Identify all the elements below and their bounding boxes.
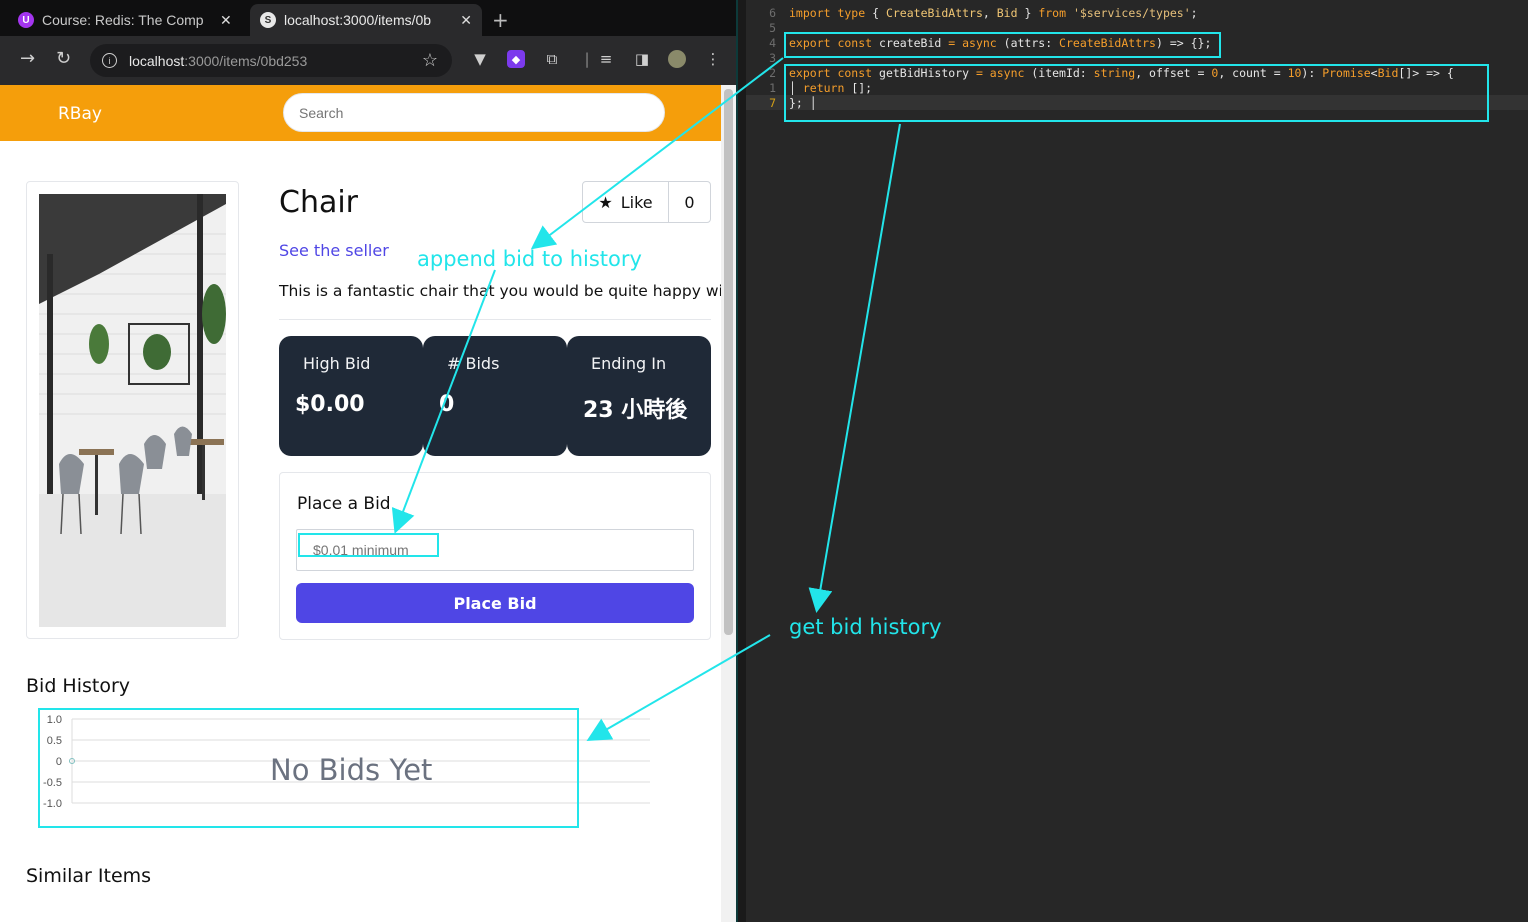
profile-avatar[interactable]	[668, 50, 686, 68]
site-info-icon[interactable]: i	[102, 53, 117, 68]
stat-value: 23 小時後	[583, 398, 688, 423]
puzzle-extensions-icon[interactable]: ⧉	[543, 50, 561, 68]
annotation-get-history: get bid history	[789, 615, 942, 639]
stat-label: High Bid	[303, 354, 371, 373]
forward-icon[interactable]: →	[20, 48, 35, 69]
code-line[interactable]: }; │	[789, 96, 817, 110]
line-number: 3	[769, 51, 776, 65]
tab-localhost[interactable]: S localhost:3000/items/0b ✕	[250, 4, 482, 36]
scroll-thumb[interactable]	[724, 89, 733, 635]
code-line[interactable]: export const createBid = async (attrs: C…	[789, 36, 1211, 50]
like-count: 0	[684, 192, 695, 212]
page-content: RBay Search Chair ★ Like 0 See the selle…	[0, 85, 721, 922]
url-path: :3000/items/0bd253	[184, 52, 308, 69]
line-number: 1	[769, 81, 776, 95]
y-tick-label: -0.5	[43, 777, 62, 789]
brand-logo[interactable]: RBay	[58, 104, 102, 124]
item-description: This is a fantastic chair that you would…	[279, 282, 721, 300]
pane-splitter[interactable]	[736, 0, 746, 922]
bid-amount-input[interactable]	[296, 529, 694, 571]
item-image-card	[26, 181, 239, 639]
see-seller-link[interactable]: See the seller	[279, 241, 389, 260]
place-bid-button[interactable]: Place Bid	[296, 583, 694, 623]
divider	[279, 319, 711, 320]
like-button[interactable]: ★ Like	[583, 182, 669, 222]
browser-toolbar: → ↻ i localhost :3000/items/0bd253 ☆ ▼ ◆…	[0, 36, 736, 85]
line-number: 2	[769, 66, 776, 80]
vue-devtools-icon[interactable]: ▼	[471, 50, 489, 68]
address-bar[interactable]: i localhost :3000/items/0bd253 ☆	[90, 44, 452, 77]
tab-title: Course: Redis: The Comp	[42, 12, 204, 28]
y-tick-label: 0.5	[47, 735, 62, 747]
new-tab-icon[interactable]: +	[492, 8, 509, 32]
similar-items-title: Similar Items	[26, 865, 152, 887]
reload-icon[interactable]: ↻	[56, 48, 71, 69]
udemy-icon: U	[18, 12, 34, 28]
code-line[interactable]: export const getBidHistory = async (item…	[789, 66, 1454, 80]
url-host: localhost	[129, 52, 185, 69]
side-panel-icon[interactable]: ◨	[633, 50, 651, 68]
line-number: 7	[769, 96, 776, 110]
place-bid-title: Place a Bid	[297, 494, 391, 514]
svelte-icon: S	[260, 12, 276, 28]
code-editor[interactable]: 6 import type { CreateBidAttrs, Bid } fro…	[746, 0, 1528, 922]
tab-title: localhost:3000/items/0b	[284, 12, 432, 28]
stat-high-bid: High Bid $0.00	[279, 336, 423, 456]
like-group: ★ Like 0	[582, 181, 711, 223]
item-title: Chair	[279, 185, 359, 220]
stat-value: $0.00	[295, 392, 365, 417]
stat-bid-count: # Bids 0	[423, 336, 567, 456]
search-input[interactable]	[283, 93, 665, 132]
y-tick-label: 0	[56, 756, 62, 768]
annotation-append-bid: append bid to history	[417, 247, 642, 271]
y-tick-label: -1.0	[43, 798, 62, 810]
code-line[interactable]: import type { CreateBidAttrs, Bid } from…	[789, 6, 1198, 20]
code-line[interactable]: │ return [];	[789, 81, 872, 95]
tab-bar: U Course: Redis: The Comp ✕ S localhost:…	[0, 0, 736, 36]
tab-udemy-course[interactable]: U Course: Redis: The Comp ✕	[8, 4, 244, 36]
stat-label: # Bids	[447, 354, 500, 373]
close-tab-icon[interactable]: ✕	[220, 12, 232, 29]
line-number: 5	[769, 21, 776, 35]
star-icon: ★	[598, 192, 613, 212]
current-line-highlight	[746, 95, 1528, 110]
toolbar-separator: |	[584, 50, 590, 68]
line-number: 6	[769, 6, 776, 20]
stat-ending-in: Ending In 23 小時後	[567, 336, 711, 456]
bid-history-title: Bid History	[26, 675, 131, 697]
extension-icon[interactable]: ◆	[507, 50, 525, 68]
like-label: Like	[620, 192, 653, 212]
page-scrollbar[interactable]	[721, 85, 736, 922]
place-bid-card: Place a Bid Place Bid	[279, 472, 711, 640]
item-photo	[39, 194, 226, 627]
stat-label: Ending In	[591, 354, 667, 373]
y-tick-label: 1.0	[47, 714, 62, 726]
menu-kebab-icon[interactable]: ⋮	[704, 50, 722, 68]
stat-value: 0	[439, 392, 455, 417]
close-tab-icon[interactable]: ✕	[460, 12, 472, 29]
bookmark-star-icon[interactable]: ☆	[422, 50, 438, 71]
site-header: RBay	[0, 85, 721, 141]
media-controls-icon[interactable]: ≡	[597, 50, 615, 68]
line-number: 4	[769, 36, 776, 50]
no-bids-message: No Bids Yet	[270, 753, 433, 787]
